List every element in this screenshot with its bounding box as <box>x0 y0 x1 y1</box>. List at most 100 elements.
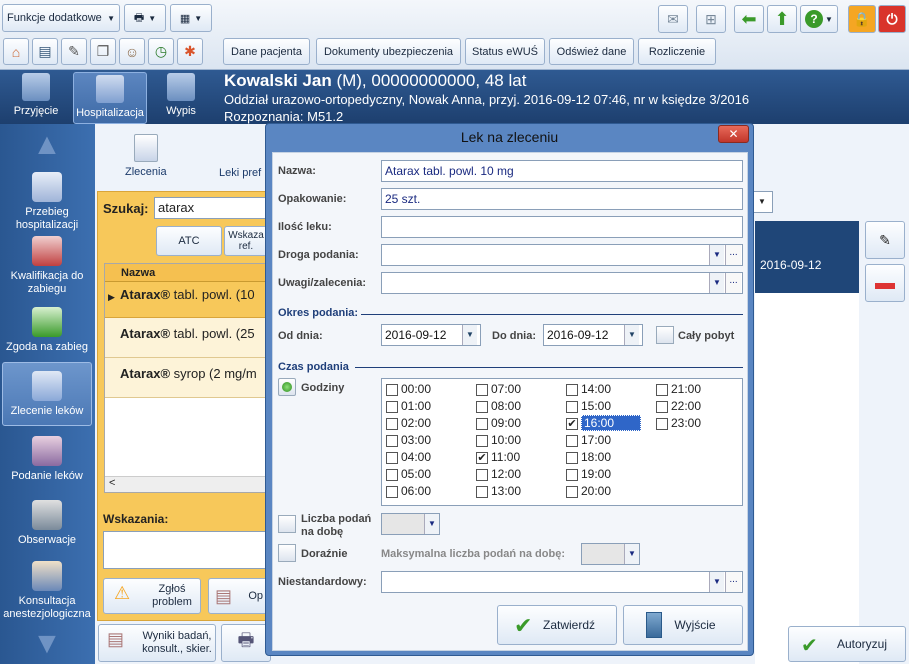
hour-checkbox[interactable] <box>656 400 668 413</box>
hour-checkbox[interactable] <box>566 451 578 464</box>
hour-checkbox[interactable] <box>476 417 488 430</box>
hour-option[interactable]: 14:00 <box>566 381 646 397</box>
whole-stay-checkbox[interactable] <box>656 326 674 344</box>
nav-drug-administration[interactable]: Podanie leków <box>2 436 92 483</box>
hour-option[interactable]: 15:00 <box>566 398 646 414</box>
hour-option[interactable]: 03:00 <box>386 432 466 448</box>
op-button[interactable]: ▤ Op <box>208 578 268 614</box>
exit-button[interactable]: Wyjście <box>623 605 743 645</box>
hour-option[interactable]: 20:00 <box>566 483 646 499</box>
back-arrow-icon[interactable]: ⬅ <box>734 5 764 33</box>
search-input[interactable]: atarax <box>154 197 266 219</box>
notes-icon[interactable]: ✎ <box>61 38 87 65</box>
hour-checkbox[interactable] <box>566 383 578 396</box>
hour-option[interactable]: 05:00 <box>386 466 466 482</box>
nav-anesthesia-consult[interactable]: Konsultacja anestezjologiczna <box>2 561 92 621</box>
hour-checkbox[interactable] <box>566 485 578 498</box>
hour-checkbox[interactable] <box>656 417 668 430</box>
insurance-docs-button[interactable]: Dokumenty ubezpieczenia <box>316 38 461 65</box>
hour-option[interactable]: 09:00 <box>476 415 556 431</box>
hour-option[interactable]: 00:00 <box>386 381 466 397</box>
hour-checkbox-checked[interactable]: ✔ <box>476 451 488 464</box>
chevron-down-icon[interactable]: ▼ <box>751 191 773 213</box>
hour-checkbox[interactable] <box>476 485 488 498</box>
tab-hospitalization[interactable]: Hospitalizacja <box>73 72 147 124</box>
hour-option[interactable]: 07:00 <box>476 381 556 397</box>
hour-option[interactable]: 08:00 <box>476 398 556 414</box>
users-icon[interactable]: ☺ <box>119 38 145 65</box>
indications-field[interactable] <box>103 531 269 569</box>
chevron-down-icon[interactable]: ▼ <box>462 325 477 345</box>
orders-tab[interactable]: Zlecenia <box>125 134 167 178</box>
ewus-status-button[interactable]: Status eWUŚ <box>465 38 545 65</box>
chevron-down-icon[interactable]: ▼ <box>709 245 724 265</box>
more-button[interactable]: ... <box>725 245 741 265</box>
indication-button[interactable]: Wskaza ref. <box>224 226 268 256</box>
hours-radio[interactable] <box>278 378 296 396</box>
refresh-data-button[interactable]: Odśwież dane <box>549 38 634 65</box>
mail-icon[interactable]: ✉ <box>658 5 688 33</box>
hour-checkbox[interactable] <box>386 383 398 396</box>
amount-field[interactable] <box>381 216 743 238</box>
print-button[interactable]: 🖶 <box>221 624 271 662</box>
atc-button[interactable]: ATC <box>156 226 222 256</box>
package-field[interactable]: 25 szt. <box>381 188 743 210</box>
per-day-select[interactable]: ▼ <box>381 513 440 535</box>
authorize-button[interactable]: ✔ Autoryzuj <box>788 626 906 662</box>
hour-checkbox[interactable] <box>386 468 398 481</box>
hour-checkbox[interactable] <box>566 468 578 481</box>
adhoc-radio[interactable] <box>278 544 296 562</box>
name-field[interactable]: Atarax tabl. powl. 10 mg <box>381 160 743 182</box>
hour-option-selected[interactable]: ✔ 16:00 <box>566 415 656 431</box>
hour-checkbox[interactable] <box>386 485 398 498</box>
network-icon[interactable]: ⊞ <box>696 5 726 33</box>
close-icon[interactable]: ✕ <box>718 125 749 143</box>
max-per-day-select[interactable]: ▼ <box>581 543 640 565</box>
hour-checkbox[interactable] <box>386 451 398 464</box>
patient-data-button[interactable]: Dane pacjenta <box>223 38 310 65</box>
hour-option[interactable]: 23:00 <box>656 415 736 431</box>
clock-icon[interactable]: ◷ <box>148 38 174 65</box>
nav-drug-order[interactable]: Zlecenie leków <box>2 362 92 426</box>
extra-functions-dropdown[interactable]: Funkcje dodatkowe ▼ <box>2 4 120 32</box>
settlement-button[interactable]: Rozliczenie <box>638 38 716 65</box>
order-date-cell[interactable]: 2016-09-12 <box>755 221 859 293</box>
chevron-down-icon[interactable]: ▼ <box>709 572 724 592</box>
medical-icon[interactable]: ✱ <box>177 38 203 65</box>
layout-dropdown[interactable]: ▦ ▼ <box>170 4 212 32</box>
calendar-icon[interactable]: ▤ <box>32 38 58 65</box>
hour-option[interactable]: 02:00 <box>386 415 466 431</box>
tab-admission[interactable]: Przyjęcie <box>4 73 68 123</box>
scroll-up-icon[interactable]: ▲ <box>30 130 64 160</box>
hour-option[interactable]: 10:00 <box>476 432 556 448</box>
hour-checkbox[interactable] <box>566 400 578 413</box>
to-date-field[interactable]: 2016-09-12 ▼ <box>543 324 643 346</box>
table-row[interactable]: Atarax® syrop (2 mg/m <box>105 358 269 398</box>
hour-option[interactable]: 18:00 <box>566 449 646 465</box>
nav-surgery-qualification[interactable]: Kwalifikacja do zabiegu <box>2 236 92 296</box>
scroll-down-icon[interactable]: ▼ <box>30 629 64 659</box>
hour-option[interactable]: 04:00 <box>386 449 466 465</box>
print-dropdown[interactable]: 🖶 ▼ <box>124 4 166 32</box>
from-date-field[interactable]: 2016-09-12 ▼ <box>381 324 481 346</box>
hour-option[interactable]: 19:00 <box>566 466 646 482</box>
chevron-down-icon[interactable]: ▼ <box>624 544 639 564</box>
chevron-down-icon[interactable]: ▼ <box>424 514 439 534</box>
hour-option[interactable]: 22:00 <box>656 398 736 414</box>
results-button[interactable]: ▤ Wyniki badań, konsult., skier. <box>98 624 216 662</box>
report-problem-button[interactable]: ⚠ Zgłoś problem <box>103 578 201 614</box>
hour-checkbox[interactable] <box>386 400 398 413</box>
chevron-down-icon[interactable]: ▼ <box>709 273 724 293</box>
hour-checkbox[interactable] <box>386 417 398 430</box>
more-button[interactable]: ... <box>725 273 741 293</box>
up-arrow-icon[interactable]: ⬆ <box>767 5 797 33</box>
hour-checkbox[interactable] <box>566 434 578 447</box>
hour-option[interactable]: 01:00 <box>386 398 466 414</box>
nav-hospitalization-course[interactable]: Przebieg hospitalizacji <box>2 172 92 232</box>
hour-option[interactable]: 06:00 <box>386 483 466 499</box>
power-icon[interactable]: ⏻ <box>878 5 906 33</box>
hour-checkbox[interactable] <box>476 400 488 413</box>
help-dropdown[interactable]: ? ▼ <box>800 5 838 33</box>
hour-checkbox-checked[interactable]: ✔ <box>566 417 578 430</box>
route-select[interactable]: ▼ ... <box>381 244 743 266</box>
